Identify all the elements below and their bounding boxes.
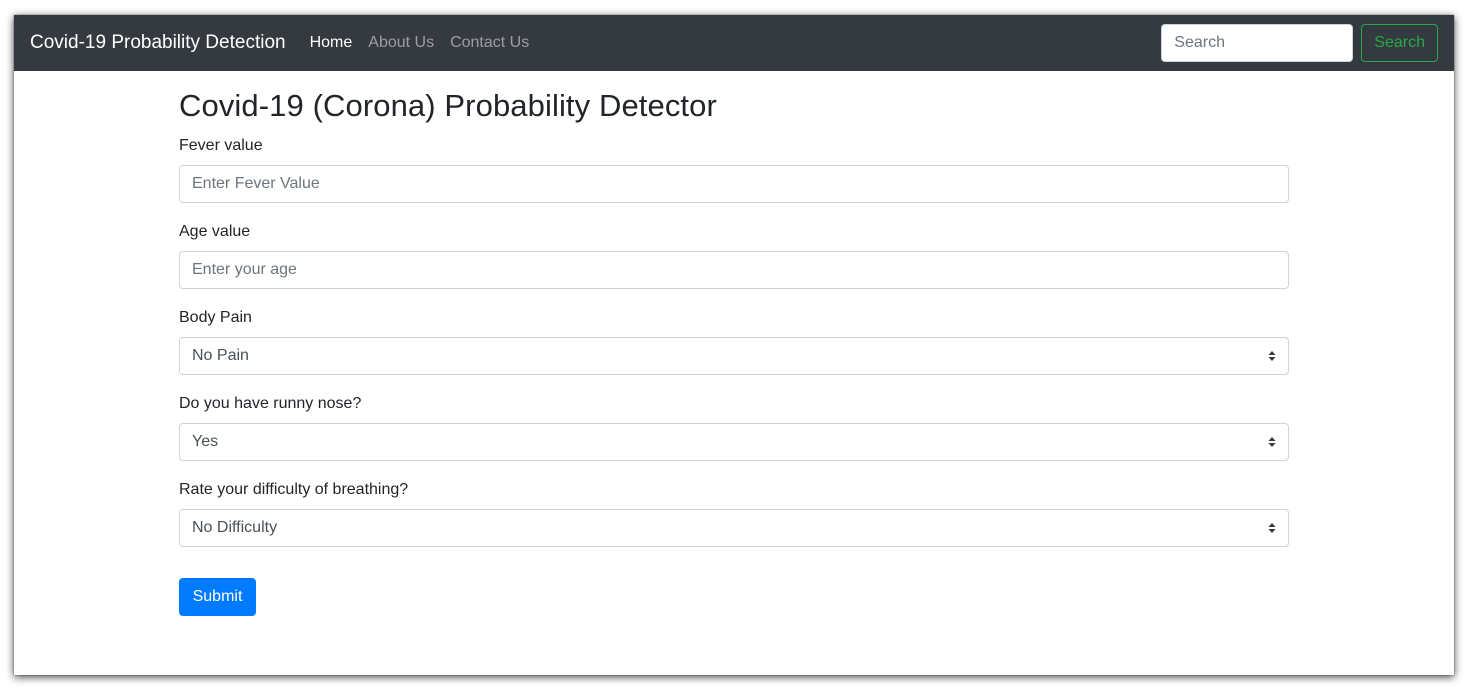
fever-input[interactable] bbox=[179, 165, 1289, 203]
breathing-group: Rate your difficulty of breathing? bbox=[179, 480, 408, 500]
body-pain-group: Body Pain bbox=[179, 308, 252, 328]
navbar: Covid-19 Probability Detection Home Abou… bbox=[14, 15, 1454, 71]
main-container: Covid-19 (Corona) Probability Detector F… bbox=[179, 71, 1289, 616]
nav-link-about-us[interactable]: About Us bbox=[368, 34, 434, 52]
fever-label: Fever value bbox=[179, 137, 263, 154]
search-input[interactable] bbox=[1161, 24, 1354, 62]
body-pain-label: Body Pain bbox=[179, 309, 252, 326]
page-title: Covid-19 (Corona) Probability Detector bbox=[179, 88, 717, 123]
search-form: Search bbox=[1161, 24, 1438, 62]
age-label: Age value bbox=[179, 223, 251, 240]
nav-link-contact-us[interactable]: Contact Us bbox=[450, 34, 529, 52]
breathing-selected: No Difficulty bbox=[192, 519, 278, 536]
sort-caret-icon bbox=[1268, 351, 1276, 361]
runny-nose-selected: Yes bbox=[192, 433, 219, 450]
submit-button[interactable]: Submit bbox=[179, 578, 256, 616]
age-group: Age value bbox=[179, 222, 250, 242]
age-input[interactable] bbox=[179, 251, 1289, 289]
body-pain-selected: No Pain bbox=[192, 347, 249, 364]
search-button[interactable]: Search bbox=[1361, 24, 1438, 62]
breathing-label: Rate your difficulty of breathing? bbox=[179, 481, 409, 498]
runny-nose-group: Do you have runny nose? bbox=[179, 394, 361, 414]
navbar-brand[interactable]: Covid-19 Probability Detection bbox=[30, 32, 286, 54]
body-pain-select[interactable]: No Pain bbox=[179, 337, 1289, 375]
breathing-select[interactable]: No Difficulty bbox=[179, 509, 1289, 547]
runny-nose-label: Do you have runny nose? bbox=[179, 395, 362, 412]
sort-caret-icon bbox=[1268, 437, 1276, 447]
runny-nose-select[interactable]: Yes bbox=[179, 423, 1289, 461]
browser-page: Covid-19 Probability Detection Home Abou… bbox=[14, 15, 1454, 675]
nav-link-home[interactable]: Home bbox=[310, 34, 353, 52]
fever-group: Fever value bbox=[179, 136, 263, 156]
sort-caret-icon bbox=[1268, 523, 1276, 533]
